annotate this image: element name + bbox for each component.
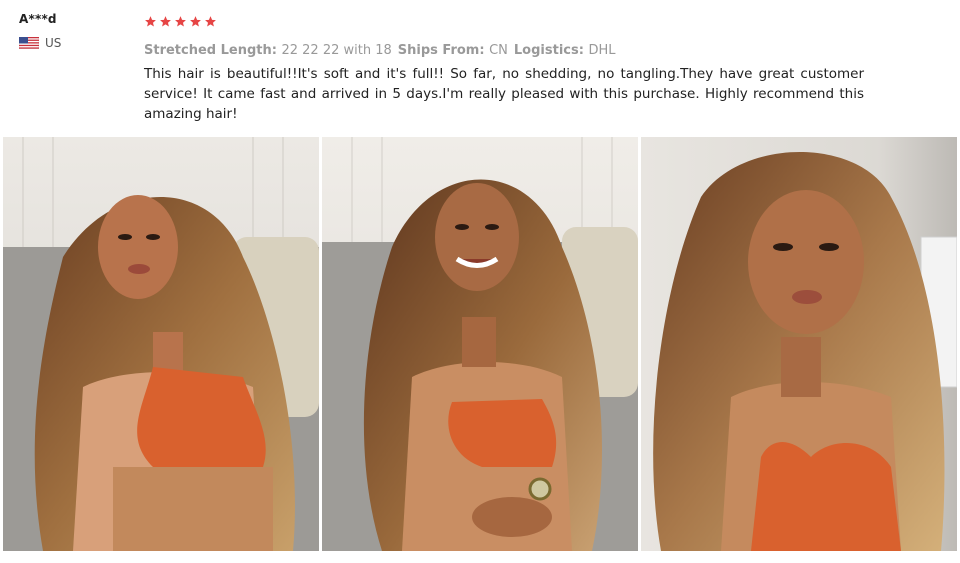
attribute-value: DHL [588,43,616,58]
us-flag-icon [19,37,39,49]
attribute-key: Ships From: [397,43,490,58]
star-icon [175,15,186,26]
reviewer-info: A***d US [19,12,61,50]
country-code: US [45,36,62,50]
reviewer-name: A***d [19,12,57,26]
review-photo-3[interactable] [641,137,957,551]
attribute-key: Logistics: [513,43,589,58]
review-photo-1[interactable] [3,137,319,551]
star-rating [144,12,864,30]
star-icon [160,15,171,26]
review-body: Stretched Length: 22 22 22 with 18 Ships … [144,12,864,124]
star-icon [145,15,156,26]
photo-image [3,137,319,551]
reviewer-country: US [19,36,61,50]
review-attributes: Stretched Length: 22 22 22 with 18 Ships … [144,43,864,58]
photo-image [322,137,638,551]
review-photo-2[interactable] [322,137,638,551]
review-photos [3,137,957,551]
attribute-key: Stretched Length: [144,43,282,58]
star-icon [205,15,216,26]
photo-image [641,137,957,551]
attribute-value: 22 22 22 with 18 [281,43,392,58]
review-text: This hair is beautiful!!It's soft and it… [144,66,864,122]
attribute-value: CN [489,43,508,58]
star-icon [190,15,201,26]
